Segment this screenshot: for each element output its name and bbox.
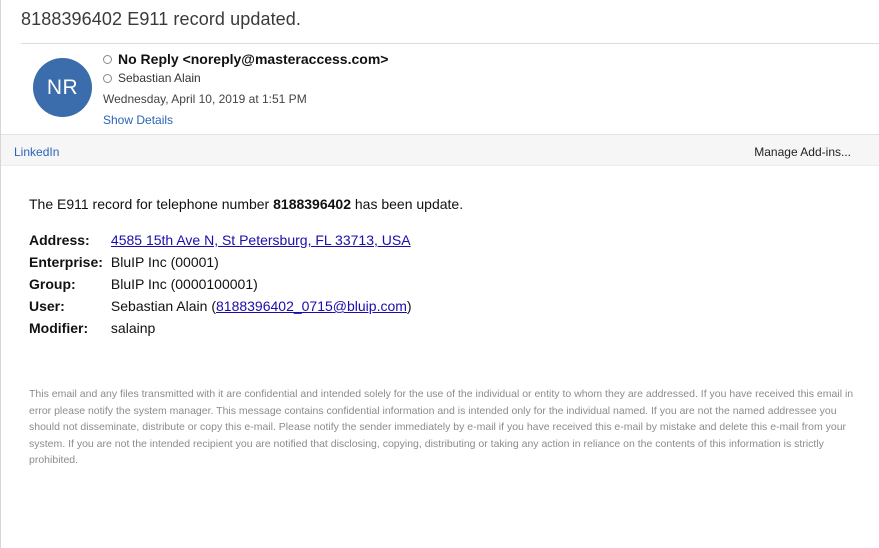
detail-row-user: User: Sebastian Alain (8188396402_0715@b… xyxy=(29,295,412,317)
address-label: Address: xyxy=(29,232,90,248)
linkedin-addin-link[interactable]: LinkedIn xyxy=(14,145,59,159)
user-cell: Sebastian Alain (8188396402_0715@bluip.c… xyxy=(111,295,412,317)
window-left-border xyxy=(0,0,1,548)
sender-avatar: NR xyxy=(33,58,92,117)
enterprise-label: Enterprise: xyxy=(29,254,103,270)
message-date: Wednesday, April 10, 2019 at 1:51 PM xyxy=(103,92,307,106)
body-intro: The E911 record for telephone number 818… xyxy=(29,196,463,212)
user-email-link[interactable]: 8188396402_0715@bluip.com xyxy=(216,298,407,314)
presence-status-icon xyxy=(103,73,112,83)
recipient-row[interactable]: Sebastian Alain xyxy=(103,71,201,85)
show-details-link[interactable]: Show Details xyxy=(103,113,173,127)
enterprise-value: BluIP Inc (00001) xyxy=(110,254,219,270)
intro-prefix: The E911 record for telephone number xyxy=(29,196,274,212)
header-divider xyxy=(21,43,879,44)
record-details-table: Address: 4585 15th Ave N, St Petersburg,… xyxy=(29,229,412,339)
confidentiality-disclaimer: This email and any files transmitted wit… xyxy=(29,388,854,466)
address-cell: 4585 15th Ave N, St Petersburg, FL 33713… xyxy=(111,229,412,251)
sender-name[interactable]: No Reply <noreply@masteraccess.com> xyxy=(118,51,388,67)
detail-row-group: Group: BluIP Inc (0000100001) xyxy=(29,273,412,295)
presence-status-icon xyxy=(103,54,112,64)
address-link[interactable]: 4585 15th Ave N, St Petersburg, FL 33713… xyxy=(111,232,411,248)
modifier-label: Modifier: xyxy=(29,320,89,336)
manage-addins-button[interactable]: Manage Add-ins... xyxy=(754,145,851,159)
intro-phone-number: 8188396402 xyxy=(273,196,351,212)
message-subject: 8188396402 E911 record updated. xyxy=(21,9,301,29)
modifier-value: salainp xyxy=(110,320,156,336)
group-label: Group: xyxy=(29,276,76,292)
recipient-name[interactable]: Sebastian Alain xyxy=(118,71,201,85)
detail-row-modifier: Modifier: salainp xyxy=(29,317,412,339)
group-value: BluIP Inc (0000100001) xyxy=(110,276,258,292)
detail-row-address: Address: 4585 15th Ave N, St Petersburg,… xyxy=(29,229,412,251)
user-name: Sebastian Alain ( xyxy=(110,298,216,314)
user-label: User: xyxy=(29,298,65,314)
sender-row[interactable]: No Reply <noreply@masteraccess.com> xyxy=(103,51,388,67)
user-close-paren: ) xyxy=(406,298,412,314)
avatar-initials: NR xyxy=(46,75,79,99)
detail-row-enterprise: Enterprise: BluIP Inc (00001) xyxy=(29,251,412,273)
intro-suffix: has been update. xyxy=(351,196,464,212)
addin-bar: LinkedIn Manage Add-ins... xyxy=(1,134,879,166)
